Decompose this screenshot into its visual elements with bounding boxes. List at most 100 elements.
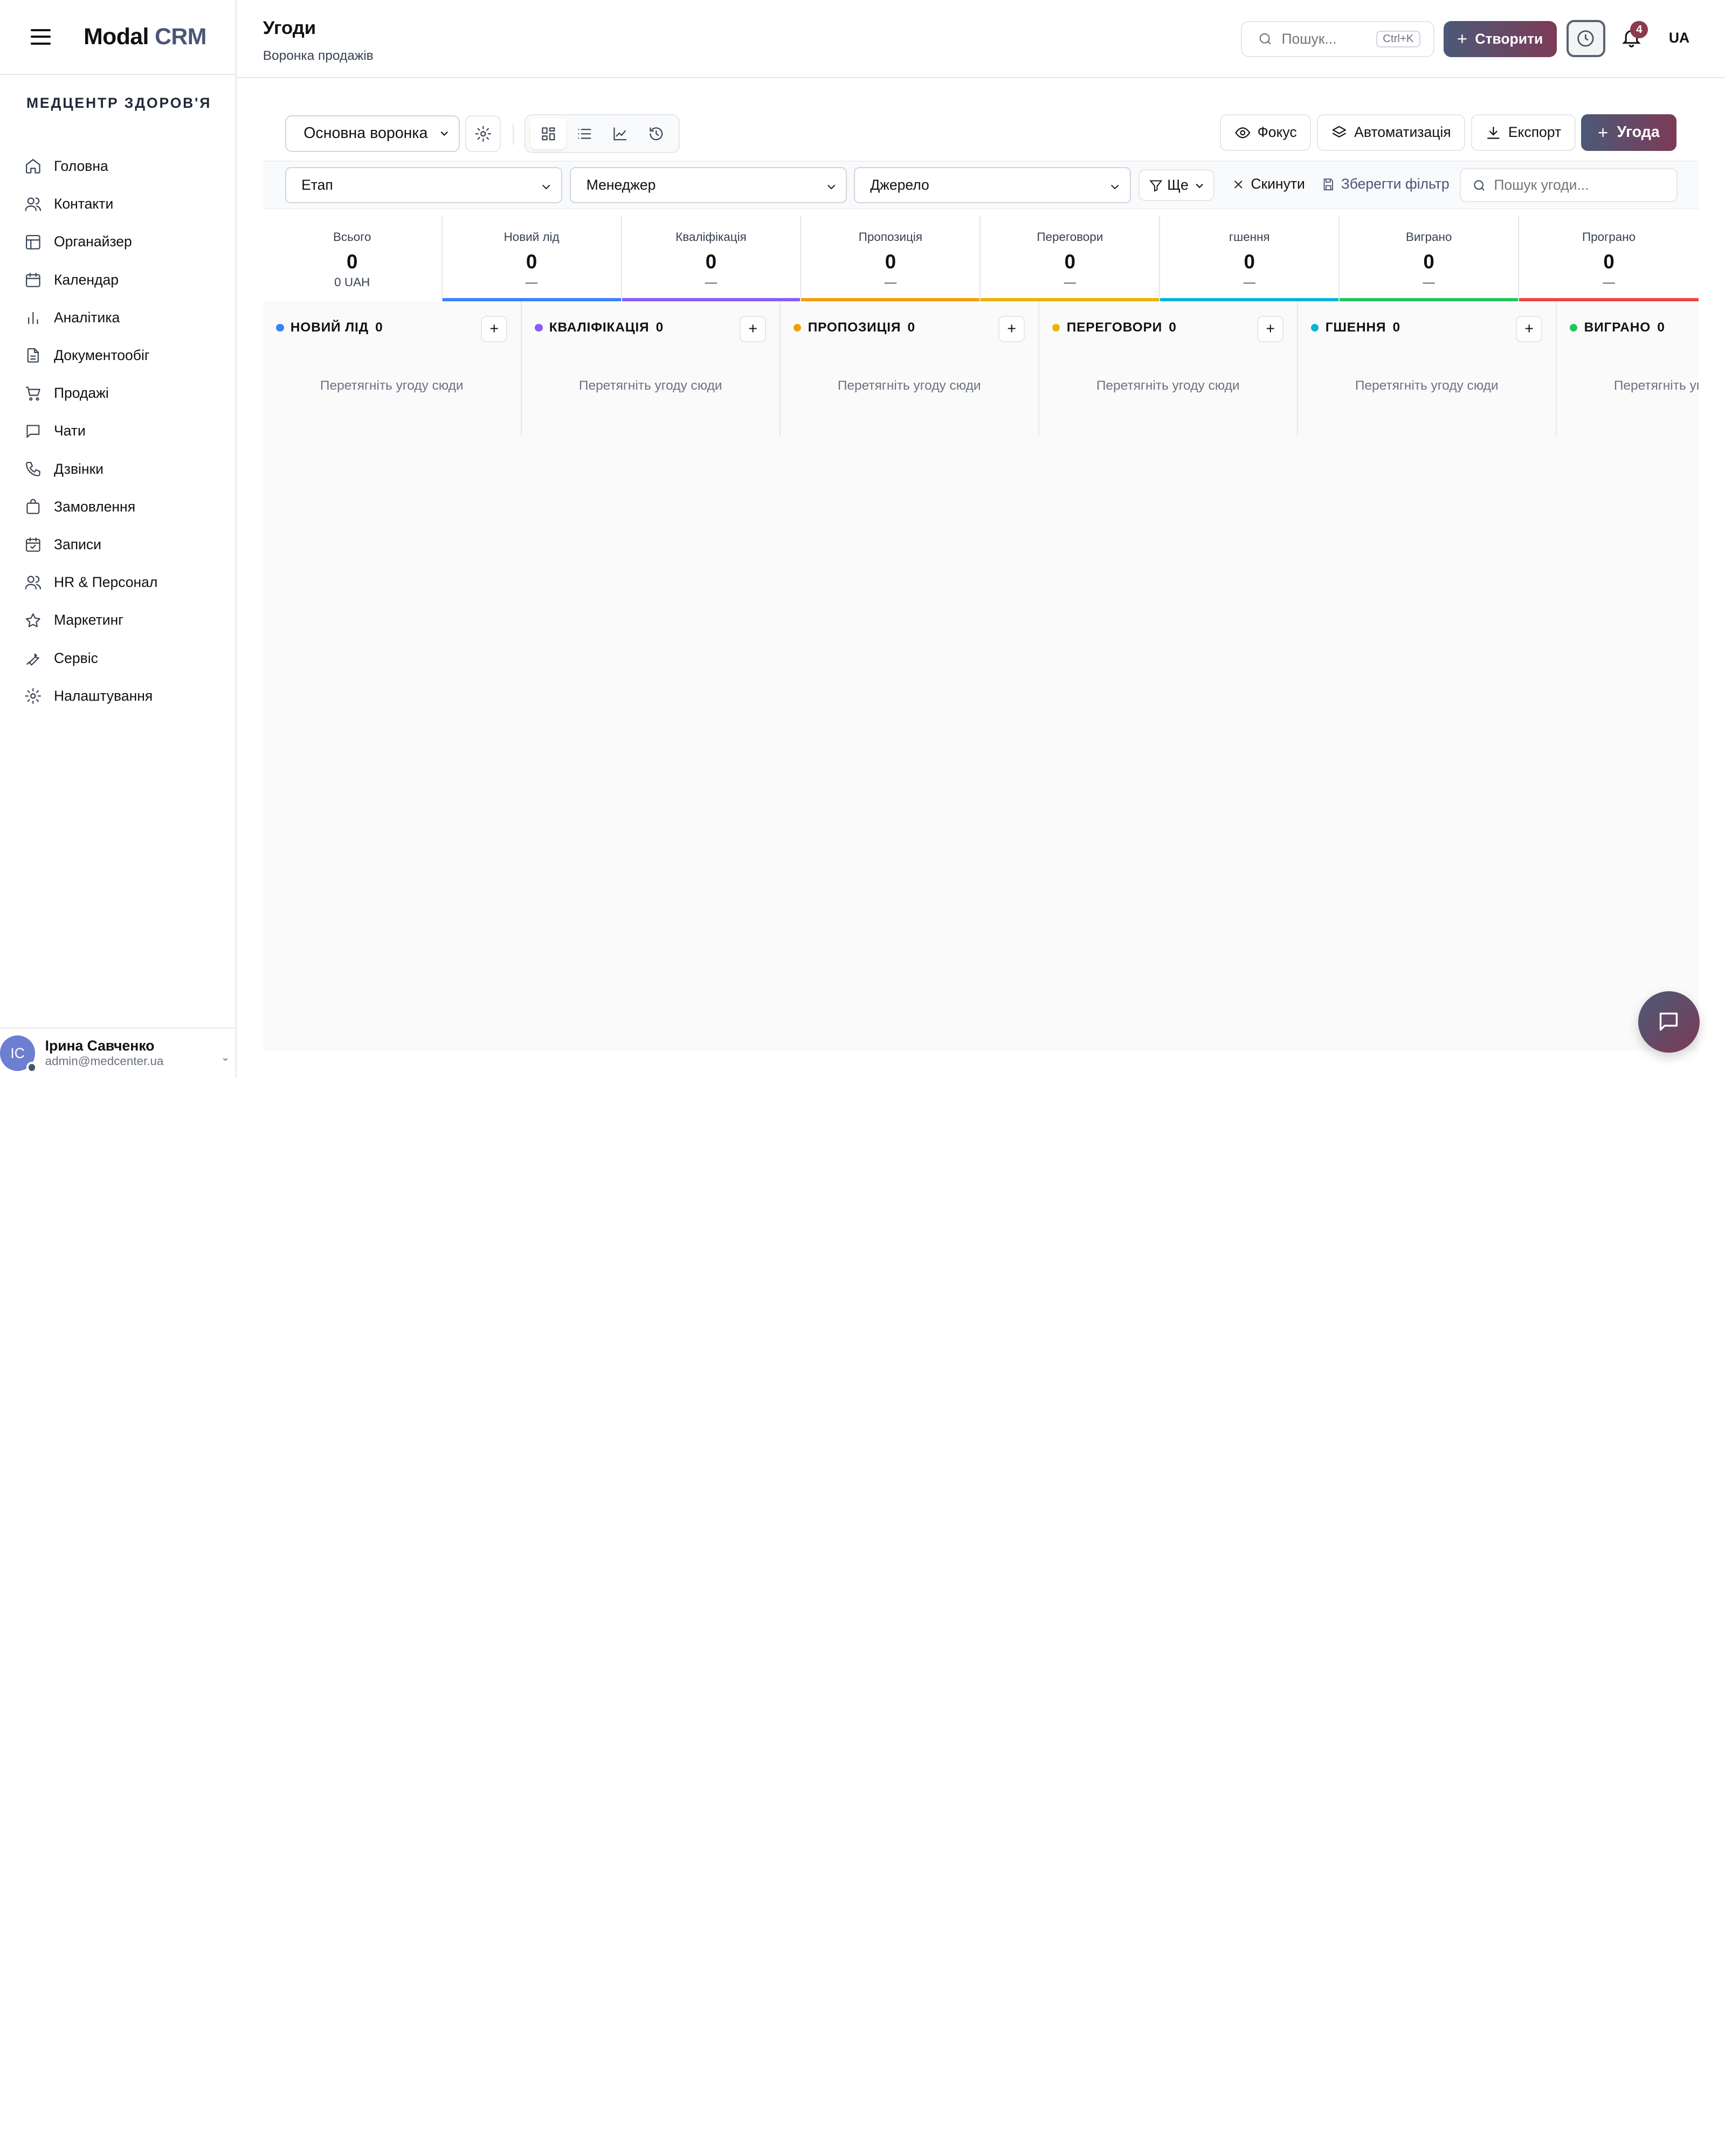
global-search[interactable]: Ctrl+K — [1241, 20, 1435, 58]
stat-card: Програно 0 — — [1519, 216, 1699, 302]
sidebar-item-hr[interactable]: HR & Персонал — [0, 564, 236, 602]
sidebar-item-contacts[interactable]: Контакти — [0, 185, 236, 223]
sidebar-item-label: Продажі — [53, 385, 109, 402]
more-filters-button[interactable]: Ще — [1138, 169, 1215, 202]
kanban-icon — [542, 127, 555, 140]
create-button[interactable]: + Створити — [1443, 20, 1557, 58]
user-menu[interactable]: ІС Ірина Савченко admin@medcenter.ua ⌄ — [0, 1027, 237, 1078]
deal-search-input[interactable] — [1494, 177, 1670, 194]
sidebar: Modal CRM МЕДЦЕНТР ЗДОРОВ'Я Головна Конт… — [0, 0, 237, 1078]
user-info: Ірина Савченко admin@medcenter.ua — [45, 1038, 164, 1069]
chevron-down-icon[interactable]: ⌄ — [220, 1051, 230, 1064]
column-drop-zone[interactable]: Перетягніть угоду сюди — [781, 378, 1038, 393]
plus-icon: + — [1598, 122, 1609, 142]
column-drop-zone[interactable]: Перетягніть угоду сюди — [1298, 378, 1556, 393]
view-list-button[interactable] — [566, 118, 602, 149]
user-email: admin@medcenter.ua — [45, 1054, 164, 1068]
sidebar-nav: Головна Контакти Органайзер Календар Ана… — [0, 147, 236, 715]
source-filter-value: Джерело — [870, 177, 929, 194]
search-icon — [1473, 179, 1485, 191]
eye-icon — [1235, 127, 1250, 138]
add-deal-to-column-button[interactable]: + — [998, 315, 1025, 342]
sidebar-header: Modal CRM — [0, 0, 236, 75]
deal-search[interactable] — [1460, 168, 1678, 203]
sidebar-item-calls[interactable]: Дзвінки — [0, 450, 236, 488]
column-title: КВАЛІФІКАЦІЯ — [549, 320, 650, 335]
stat-subvalue: 0 UAH — [334, 275, 370, 289]
plus-icon: + — [1524, 320, 1534, 337]
sidebar-item-home[interactable]: Головна — [0, 147, 236, 185]
app-logo[interactable]: Modal CRM — [84, 24, 206, 50]
add-deal-button[interactable]: + Угода — [1581, 114, 1677, 151]
sidebar-item-sales[interactable]: Продажі — [0, 375, 236, 412]
save-filter-button[interactable]: Зберегти фільтр — [1321, 176, 1450, 192]
view-kanban-button[interactable] — [530, 118, 567, 149]
list-icon — [577, 128, 591, 139]
sidebar-item-organizer[interactable]: Органайзер — [0, 223, 236, 261]
gear-icon — [475, 126, 491, 142]
source-filter[interactable]: Джерело — [853, 167, 1131, 204]
column-drop-zone[interactable]: Перетягніть угоду сюди — [1557, 378, 1699, 393]
stage-filter[interactable]: Етап — [285, 167, 562, 204]
stage-dot — [1052, 323, 1060, 331]
calendar-check-icon — [25, 537, 40, 552]
column-drop-zone[interactable]: Перетягніть угоду сюди — [1039, 378, 1297, 393]
stat-label: Переговори — [1037, 230, 1103, 244]
deals-main: Основна воронка Фокус Автоматизація Експ… — [263, 78, 1699, 1051]
view-history-button[interactable] — [638, 118, 674, 149]
global-search-input[interactable] — [1281, 30, 1374, 47]
add-deal-to-column-button[interactable]: + — [740, 315, 767, 342]
automation-button[interactable]: Автоматизація — [1316, 114, 1466, 151]
stat-value: 0 — [526, 251, 537, 273]
reset-filters-button[interactable]: Скинути — [1231, 176, 1305, 192]
column-drop-zone[interactable]: Перетягніть угоду сюди — [263, 378, 521, 393]
stage-dot — [794, 323, 802, 331]
sidebar-item-label: Контакти — [53, 196, 114, 212]
menu-icon[interactable] — [31, 29, 51, 45]
add-deal-to-column-button[interactable]: + — [481, 315, 508, 342]
deals-toolbar: Основна воронка Фокус Автоматизація Експ… — [285, 114, 1699, 153]
add-deal-to-column-button[interactable]: + — [1257, 315, 1284, 342]
pipeline-settings-button[interactable] — [465, 115, 501, 152]
column-title: ГШЕННЯ — [1325, 320, 1386, 335]
page-subtitle: Воронка продажів — [263, 48, 374, 63]
chat-fab-button[interactable] — [1638, 991, 1700, 1053]
focus-button[interactable]: Фокус — [1220, 114, 1312, 151]
column-title: ПЕРЕГОВОРИ — [1066, 320, 1162, 335]
avatar-initials: ІС — [10, 1045, 25, 1061]
pipeline-select[interactable]: Основна воронка — [285, 115, 460, 152]
logo-text: Modal — [84, 23, 149, 50]
language-switcher[interactable]: UA — [1669, 30, 1689, 46]
sidebar-item-service[interactable]: Сервіс — [0, 639, 236, 677]
sidebar-item-label: Календар — [53, 271, 119, 288]
sidebar-item-label: Маркетинг — [53, 612, 123, 628]
sidebar-item-orders[interactable]: Замовлення — [0, 488, 236, 526]
sidebar-item-settings[interactable]: Налаштування — [0, 677, 236, 715]
column-header: КВАЛІФІКАЦІЯ 0 — [535, 320, 664, 335]
sidebar-item-documents[interactable]: Документообіг — [0, 336, 236, 374]
add-deal-to-column-button[interactable]: + — [1516, 315, 1543, 342]
calendar-icon — [25, 272, 40, 287]
stat-value: 0 — [705, 251, 717, 273]
sidebar-item-calendar[interactable]: Календар — [0, 261, 236, 299]
manager-filter[interactable]: Менеджер — [570, 167, 847, 204]
sidebar-item-analytics[interactable]: Аналітика — [0, 299, 236, 336]
sidebar-item-chats[interactable]: Чати — [0, 412, 236, 450]
stat-value: 0 — [885, 251, 896, 273]
stat-value: 0 — [1603, 251, 1614, 273]
view-chart-button[interactable] — [602, 118, 638, 149]
plus-icon: + — [489, 320, 499, 337]
sidebar-item-records[interactable]: Записи — [0, 526, 236, 563]
plus-icon: + — [1457, 29, 1467, 49]
history-button[interactable] — [1567, 19, 1605, 58]
sidebar-item-label: Замовлення — [53, 498, 136, 515]
sidebar-item-label: Дзвінки — [53, 460, 104, 477]
view-switcher — [525, 114, 680, 153]
stat-card: Переговори 0 — — [981, 215, 1161, 302]
sidebar-item-marketing[interactable]: Маркетинг — [0, 602, 236, 639]
stat-subvalue: — — [705, 275, 717, 289]
plus-icon: + — [1266, 320, 1275, 337]
export-button[interactable]: Експорт — [1471, 114, 1576, 151]
toolbar-divider — [513, 123, 514, 146]
column-drop-zone[interactable]: Перетягніть угоду сюди — [522, 378, 779, 393]
